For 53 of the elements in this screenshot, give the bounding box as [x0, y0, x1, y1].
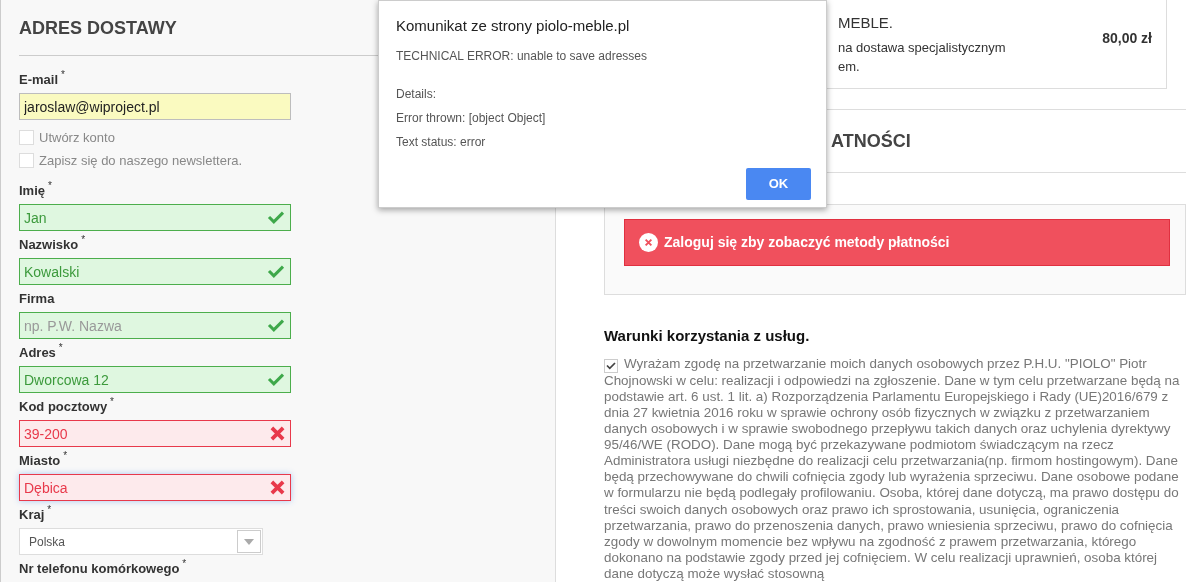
checkbox[interactable]	[19, 130, 34, 145]
field-label: E-mail	[19, 71, 58, 89]
required-mark: *	[110, 397, 114, 407]
checkbox-label: Utwórz konto	[39, 128, 115, 147]
text-field[interactable]: 39-200	[19, 420, 291, 447]
required-mark: *	[63, 451, 68, 461]
required-mark: *	[48, 181, 52, 191]
terms-heading: Warunki korzystania z usług.	[604, 325, 811, 346]
field-label: Adres	[19, 344, 56, 362]
field-label: Miasto	[19, 452, 61, 470]
field-label: Firma	[19, 290, 55, 308]
text-field[interactable]: jaroslaw@wiproject.pl	[19, 93, 291, 120]
field-label: Kod pocztowy	[19, 398, 108, 416]
text-field[interactable]: Dworcowa 12	[19, 366, 291, 393]
section-heading: ATNOŚCI	[831, 129, 911, 153]
field-label: Nazwisko	[19, 236, 79, 254]
required-mark: *	[47, 505, 52, 515]
field-label: Nr telefonu komórkowego	[19, 560, 180, 578]
cross-icon	[270, 480, 285, 495]
checkbox-label: Zapisz się do naszego newslettera.	[39, 151, 243, 170]
checkbox[interactable]	[19, 153, 34, 168]
text-field[interactable]: np. P.W. Nazwa	[19, 312, 291, 339]
check-icon	[267, 210, 285, 224]
error-icon	[639, 233, 658, 253]
shipping-price: 80,00 zł	[1102, 29, 1152, 49]
required-mark: *	[58, 343, 63, 353]
check-icon	[267, 318, 285, 332]
field-label: Kraj	[19, 506, 45, 524]
shipping-text: MEBLE.	[838, 13, 895, 34]
alert-text: Zaloguj się zby zobaczyć metody płatności	[664, 233, 950, 253]
check-icon	[267, 264, 285, 278]
shipping-text: em.	[838, 57, 861, 76]
text-field[interactable]: Kowalski	[19, 258, 291, 285]
cross-icon	[270, 426, 285, 441]
field-label: Imię	[19, 182, 45, 200]
required-mark: *	[81, 235, 86, 245]
dialog-detail: Details:	[396, 85, 437, 103]
text-field[interactable]: Dębica	[19, 474, 291, 501]
dialog-detail: Error thrown: [object Object]	[396, 109, 547, 127]
ok-button[interactable]: OK	[746, 167, 811, 200]
check-icon	[267, 372, 285, 386]
shipping-text: na dostawa specjalistycznym	[838, 38, 1007, 57]
section-heading: ADRES DOSTAWY	[19, 17, 177, 40]
dialog-detail: Text status: error	[396, 133, 487, 151]
consent-checkbox[interactable]: Wyrażam zgodę na przetwarzanie moich danych osobowych przez P.H.U. "PIOLO" Piotr Chojnowski w celu: realizacji i odpowiedzi na zgłoszenie. Dane w tym celu przetwarzane będą na podstawie art. 6 ust. 1 lit. a) Rozporządzenia Parlamentu Europejskiego i Rady (UE)2016/679 z dnia 27 kwietnia 2016 roku w sprawie ochrony osób fizycznych w związku z przetwarzaniem danych osobowych i w sprawie swobodnego przepływu takich danych oraz uchylenia dyrektywy 95/46/WE (RODO). Dane mogą być przekazywane podmiotom świadczącym na rzecz Administratora usługi niezbędne do realizacji celu przetwarzania(np. firmom hostingowym). Dane będą przechowywane do chwili cofnięcia zgody lub wyrażenia sprzeciwu. Dane osobowe podane w formularzu nie będą podlegały profilowaniu. Osoba, której dane dotyczą, ma prawo dostępu do treści swoich danych osobowych oraz prawo ich sprostowania, usunięcia, ograniczenia przetwarzania, prawo do przenoszenia danych, prawo wniesienia sprzeciwu, prawo do cofnięcia zgody w dowolnym momencie bez wpływu na zgodność z prawem przetwarzania, którego dokonano na podstawie zgody przed jej cofnięciem. W celu realizacji uprawnień, osoba której dane dotyczą może wysłać stosowną	[604, 356, 1184, 582]
text-field[interactable]: Jan	[19, 204, 291, 231]
country-select[interactable]: Polska	[19, 528, 263, 555]
required-mark: *	[182, 559, 187, 569]
dialog-message: TECHNICAL ERROR: unable to save adresses	[396, 47, 648, 65]
dropdown-caret-icon	[237, 530, 261, 553]
check-icon	[606, 361, 616, 371]
required-mark: *	[61, 70, 65, 80]
dialog-title: Komunikat ze strony piolo-meble.pl	[396, 16, 631, 36]
